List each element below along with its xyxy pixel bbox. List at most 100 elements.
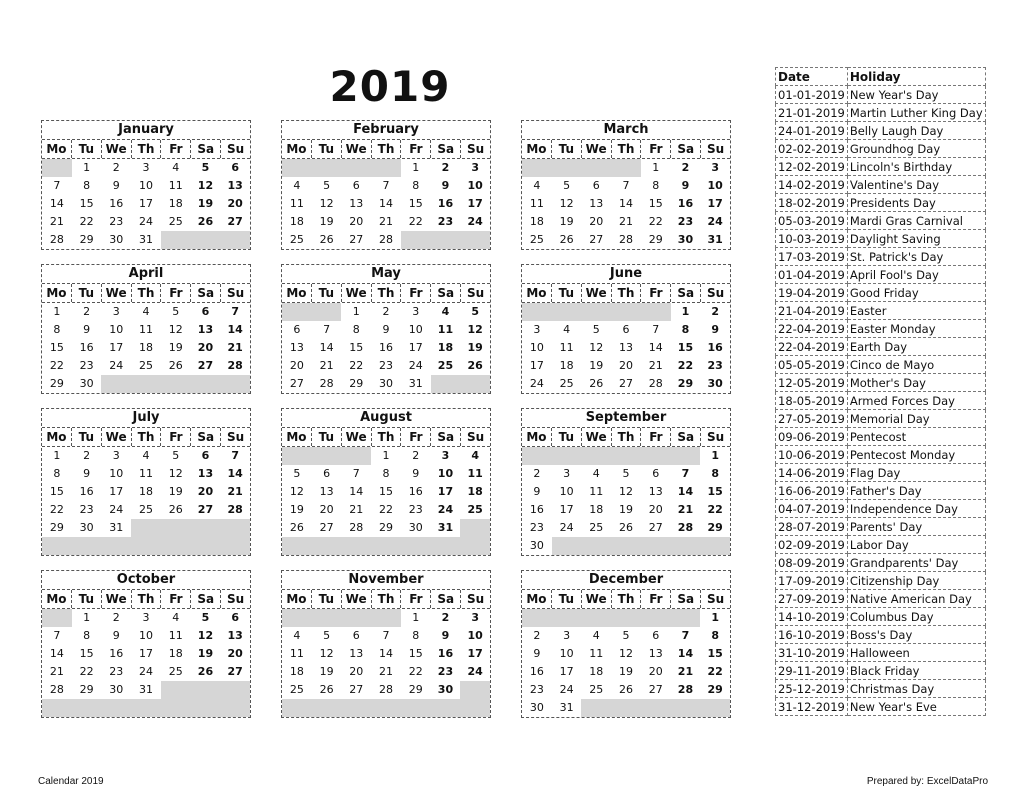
empty-day-cell [282, 537, 312, 555]
day-cell: 7 [622, 179, 630, 192]
holiday-date: 04-07-2019 [775, 499, 848, 518]
day-cell: 6 [201, 305, 210, 318]
week-row: 4 5 6 7 8 9 10 [282, 627, 490, 645]
month-may: May Mo Tu We Th Fr Sa Su 1 2 3 4 5 6 7 8 9 10 11 12 13 14 15 16… [281, 264, 491, 394]
day-cell: 20 [349, 665, 364, 678]
empty-day-cell [611, 609, 641, 627]
day-cell: 9 [382, 323, 390, 336]
weekday-label: Fr [401, 428, 432, 446]
week-row: 16 17 18 19 20 21 22 [522, 663, 730, 681]
day-cell: 20 [289, 359, 304, 372]
holiday-name: Easter [846, 301, 986, 320]
day-cell: 16 [379, 341, 394, 354]
month-june: June Mo Tu We Th Fr Sa Su 1 2 3 4 5 6 7 8 9 10 11 12 13 14 15 1… [521, 264, 731, 394]
day-cell: 25 [168, 665, 183, 678]
day-cell: 28 [677, 521, 694, 534]
day-cell: 10 [559, 647, 574, 660]
day-cell: 5 [592, 323, 600, 336]
day-cell: 8 [53, 323, 61, 336]
weekday-label: Su [226, 430, 245, 444]
week-row: 9 10 11 12 13 14 15 [522, 483, 730, 501]
day-cell: 1 [412, 611, 420, 624]
week-row [282, 699, 491, 717]
day-cell: 12 [197, 629, 214, 642]
day-cell: 18 [589, 503, 604, 516]
day-cell: 11 [289, 197, 304, 210]
week-row: 9 10 11 12 13 14 15 [522, 645, 730, 663]
holiday-row: 09-06-2019 Pentecost [775, 427, 986, 446]
day-cell: 15 [379, 485, 394, 498]
weekday-label: Th [132, 284, 162, 302]
empty-day-cell [282, 609, 312, 627]
empty-day-cell [400, 699, 431, 717]
weekday-label: We [102, 428, 132, 446]
day-cell: 3 [112, 305, 120, 318]
day-cell: 25 [289, 683, 304, 696]
empty-day-cell [581, 609, 612, 627]
empty-day-cell [160, 231, 191, 249]
holiday-name: April Fool's Day [846, 265, 986, 284]
day-cell: 8 [352, 323, 360, 336]
day-cell: 30 [109, 233, 124, 246]
holiday-name: Black Friday [846, 661, 986, 680]
month-title: October [42, 571, 250, 590]
weekday-label: We [102, 590, 132, 608]
week-row: 18 19 20 21 22 23 24 [522, 213, 730, 231]
day-cell: 13 [349, 647, 364, 660]
day-cell: 8 [412, 179, 420, 192]
weekday-label: Th [372, 284, 402, 302]
day-cell: 6 [352, 629, 360, 642]
weekday-label: Su [466, 592, 485, 606]
holiday-row: 02-02-2019 Groundhog Day [775, 139, 986, 158]
day-cell: 20 [227, 647, 243, 660]
day-cell: 28 [379, 683, 394, 696]
holiday-row: 21-01-2019 Martin Luther King Day [775, 103, 986, 122]
day-cell: 7 [231, 305, 239, 318]
week-row: 25 26 27 28 29 30 31 [522, 231, 730, 249]
day-cell: 17 [707, 197, 723, 210]
day-cell: 21 [319, 359, 334, 372]
day-cell: 23 [79, 359, 94, 372]
day-cell: 21 [379, 665, 394, 678]
weekday-label: Sa [431, 284, 462, 302]
day-cell: 28 [227, 503, 243, 516]
weekday-label: Su [226, 142, 245, 156]
day-cell: 30 [109, 683, 124, 696]
day-cell: 28 [379, 233, 394, 246]
week-row: 1 2 3 4 [282, 447, 490, 465]
week-row [42, 537, 251, 555]
weekday-header: Mo Tu We Th Fr Sa Su [522, 284, 730, 303]
weekday-label: Mo [42, 140, 72, 158]
weekday-label: Th [612, 590, 642, 608]
day-cell: 5 [323, 179, 331, 192]
holiday-name: Easter Monday [846, 319, 986, 338]
day-cell: 22 [379, 503, 394, 516]
day-cell: 10 [467, 629, 483, 642]
day-cell: 21 [349, 503, 364, 516]
day-cell: 18 [289, 665, 304, 678]
empty-day-cell [640, 699, 671, 717]
day-cell: 3 [563, 629, 571, 642]
empty-day-cell [611, 303, 641, 321]
day-cell: 6 [323, 467, 331, 480]
day-cell: 13 [589, 197, 604, 210]
holiday-date: 10-03-2019 [775, 229, 848, 248]
holiday-date: 10-06-2019 [775, 445, 848, 464]
holiday-name: New Year's Day [846, 85, 986, 104]
holiday-row: 27-05-2019 Memorial Day [775, 409, 986, 428]
holiday-date: 22-04-2019 [775, 319, 848, 338]
holiday-date: 16-10-2019 [775, 625, 848, 644]
weekday-label: Fr [641, 140, 672, 158]
week-row: 5 6 7 8 9 10 11 [282, 465, 490, 483]
holiday-name: Father's Day [846, 481, 986, 500]
day-cell: 28 [49, 683, 64, 696]
day-cell: 10 [139, 179, 154, 192]
day-cell: 20 [197, 485, 214, 498]
holiday-name: Boss's Day [846, 625, 986, 644]
week-row: 1 [522, 609, 730, 627]
holiday-row: 10-03-2019 Daylight Saving [775, 229, 986, 248]
holiday-name: Martin Luther King Day [846, 103, 986, 122]
day-cell: 14 [49, 647, 64, 660]
holiday-row: 14-02-2019 Valentine's Day [775, 175, 986, 194]
day-cell: 7 [231, 449, 239, 462]
